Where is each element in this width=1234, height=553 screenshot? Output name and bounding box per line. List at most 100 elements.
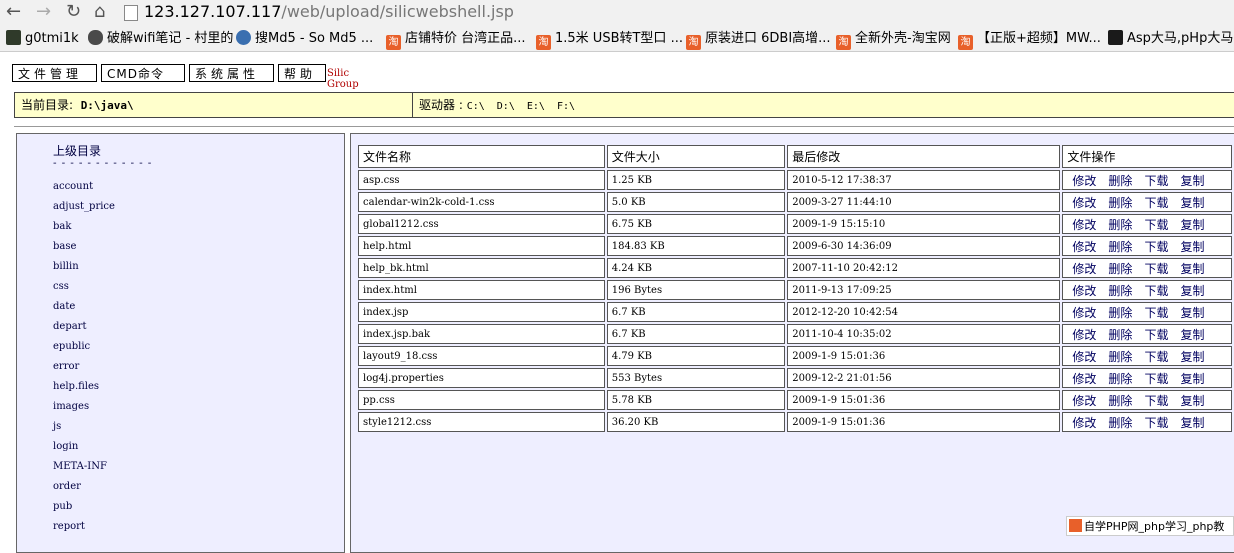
directory-link[interactable]: adjust_price bbox=[53, 197, 115, 217]
bookmark-item[interactable]: 淘店铺特价 台湾正品... bbox=[386, 26, 526, 51]
file-name-cell[interactable]: index.jsp.bak bbox=[358, 324, 605, 344]
directory-link[interactable]: pub bbox=[53, 497, 115, 517]
cmd-button[interactable]: CMD命令 bbox=[101, 64, 185, 82]
delete-link[interactable]: 删除 bbox=[1108, 174, 1132, 188]
file-name-cell[interactable]: global1212.css bbox=[358, 214, 605, 234]
download-link[interactable]: 下载 bbox=[1144, 284, 1168, 298]
file-name-cell[interactable]: index.html bbox=[358, 280, 605, 300]
directory-link[interactable]: images bbox=[53, 397, 115, 417]
copy-link[interactable]: 复制 bbox=[1180, 394, 1204, 408]
system-properties-button[interactable]: 系统属性 bbox=[189, 64, 274, 82]
delete-link[interactable]: 删除 bbox=[1108, 306, 1132, 320]
edit-link[interactable]: 修改 bbox=[1072, 306, 1096, 320]
directory-link[interactable]: base bbox=[53, 237, 115, 257]
copy-link[interactable]: 复制 bbox=[1180, 174, 1204, 188]
delete-link[interactable]: 删除 bbox=[1108, 328, 1132, 342]
bookmark-item[interactable]: 破解wifi笔记 - 村里的 bbox=[88, 26, 233, 51]
bookmark-item[interactable]: 淘 1.5米 USB转T型口 ... bbox=[536, 26, 683, 51]
home-icon[interactable]: ⌂ bbox=[94, 2, 105, 22]
bookmark-item[interactable]: Asp大马,pHp大马,... bbox=[1108, 26, 1234, 51]
copy-link[interactable]: 复制 bbox=[1180, 262, 1204, 276]
directory-link[interactable]: billin bbox=[53, 257, 115, 277]
directory-link[interactable]: META-INF bbox=[53, 457, 115, 477]
directory-link[interactable]: error bbox=[53, 357, 115, 377]
file-name-cell[interactable]: pp.css bbox=[358, 390, 605, 410]
table-header: 文件名称 文件大小 最后修改 文件操作 bbox=[358, 145, 1232, 168]
download-link[interactable]: 下载 bbox=[1144, 394, 1168, 408]
file-manager-button[interactable]: 文件管理 bbox=[12, 64, 97, 82]
download-link[interactable]: 下载 bbox=[1144, 328, 1168, 342]
edit-link[interactable]: 修改 bbox=[1072, 262, 1096, 276]
edit-link[interactable]: 修改 bbox=[1072, 372, 1096, 386]
parent-directory-link[interactable]: 上级目录 bbox=[53, 142, 101, 159]
delete-link[interactable]: 删除 bbox=[1108, 218, 1132, 232]
drive-links[interactable]: C:\ D:\ E:\ F:\ bbox=[467, 101, 575, 112]
directory-link[interactable]: account bbox=[53, 177, 115, 197]
delete-link[interactable]: 删除 bbox=[1108, 196, 1132, 210]
copy-link[interactable]: 复制 bbox=[1180, 306, 1204, 320]
download-link[interactable]: 下载 bbox=[1144, 416, 1168, 430]
delete-link[interactable]: 删除 bbox=[1108, 416, 1132, 430]
download-link[interactable]: 下载 bbox=[1144, 350, 1168, 364]
address-bar[interactable]: 123.127.107.117/web/upload/silicwebshell… bbox=[124, 0, 1234, 24]
delete-link[interactable]: 删除 bbox=[1108, 350, 1132, 364]
bookmark-item[interactable]: 淘全新外壳-淘宝网 bbox=[836, 26, 951, 51]
copy-link[interactable]: 复制 bbox=[1180, 196, 1204, 210]
edit-link[interactable]: 修改 bbox=[1072, 196, 1096, 210]
download-link[interactable]: 下载 bbox=[1144, 218, 1168, 232]
copy-link[interactable]: 复制 bbox=[1180, 328, 1204, 342]
file-name-cell[interactable]: layout9_18.css bbox=[358, 346, 605, 366]
delete-link[interactable]: 删除 bbox=[1108, 284, 1132, 298]
forward-icon[interactable]: → bbox=[36, 2, 51, 22]
directory-link[interactable]: login bbox=[53, 437, 115, 457]
directory-link[interactable]: report bbox=[53, 517, 115, 537]
back-icon[interactable]: ← bbox=[6, 2, 21, 22]
delete-link[interactable]: 删除 bbox=[1108, 372, 1132, 386]
delete-link[interactable]: 删除 bbox=[1108, 394, 1132, 408]
bookmark-item[interactable]: 淘【正版+超频】MW... bbox=[958, 26, 1101, 51]
file-name-cell[interactable]: style1212.css bbox=[358, 412, 605, 432]
edit-link[interactable]: 修改 bbox=[1072, 284, 1096, 298]
directory-link[interactable]: bak bbox=[53, 217, 115, 237]
edit-link[interactable]: 修改 bbox=[1072, 240, 1096, 254]
directory-link[interactable]: css bbox=[53, 277, 115, 297]
file-name-cell[interactable]: index.jsp bbox=[358, 302, 605, 322]
directory-link[interactable]: order bbox=[53, 477, 115, 497]
copy-link[interactable]: 复制 bbox=[1180, 350, 1204, 364]
directory-link[interactable]: depart bbox=[53, 317, 115, 337]
download-link[interactable]: 下载 bbox=[1144, 262, 1168, 276]
directory-bar: 当前目录: D:\java\ 驱动器 : C:\ D:\ E:\ F:\ bbox=[14, 92, 1234, 118]
copy-link[interactable]: 复制 bbox=[1180, 416, 1204, 430]
file-name-cell[interactable]: asp.css bbox=[358, 170, 605, 190]
download-link[interactable]: 下载 bbox=[1144, 174, 1168, 188]
edit-link[interactable]: 修改 bbox=[1072, 218, 1096, 232]
copy-link[interactable]: 复制 bbox=[1180, 284, 1204, 298]
download-link[interactable]: 下载 bbox=[1144, 306, 1168, 320]
directory-link[interactable]: js bbox=[53, 417, 115, 437]
reload-icon[interactable]: ↻ bbox=[66, 2, 81, 22]
bookmark-item[interactable]: 搜Md5 - So Md5 ... bbox=[236, 26, 373, 51]
bookmark-item[interactable]: g0tmi1k bbox=[6, 26, 79, 51]
file-name-cell[interactable]: log4j.properties bbox=[358, 368, 605, 388]
copy-link[interactable]: 复制 bbox=[1180, 372, 1204, 386]
delete-link[interactable]: 删除 bbox=[1108, 262, 1132, 276]
file-name-cell[interactable]: calendar-win2k-cold-1.css bbox=[358, 192, 605, 212]
directory-link[interactable]: epublic bbox=[53, 337, 115, 357]
copy-link[interactable]: 复制 bbox=[1180, 240, 1204, 254]
directory-link[interactable]: help.files bbox=[53, 377, 115, 397]
edit-link[interactable]: 修改 bbox=[1072, 394, 1096, 408]
copy-link[interactable]: 复制 bbox=[1180, 218, 1204, 232]
bookmark-item[interactable]: 淘原装进口 6DBI高增... bbox=[686, 26, 831, 51]
download-link[interactable]: 下载 bbox=[1144, 196, 1168, 210]
edit-link[interactable]: 修改 bbox=[1072, 350, 1096, 364]
edit-link[interactable]: 修改 bbox=[1072, 416, 1096, 430]
download-link[interactable]: 下载 bbox=[1144, 240, 1168, 254]
edit-link[interactable]: 修改 bbox=[1072, 328, 1096, 342]
file-name-cell[interactable]: help_bk.html bbox=[358, 258, 605, 278]
edit-link[interactable]: 修改 bbox=[1072, 174, 1096, 188]
directory-link[interactable]: date bbox=[53, 297, 115, 317]
help-button[interactable]: 帮助 bbox=[278, 64, 326, 82]
file-name-cell[interactable]: help.html bbox=[358, 236, 605, 256]
download-link[interactable]: 下载 bbox=[1144, 372, 1168, 386]
delete-link[interactable]: 删除 bbox=[1108, 240, 1132, 254]
